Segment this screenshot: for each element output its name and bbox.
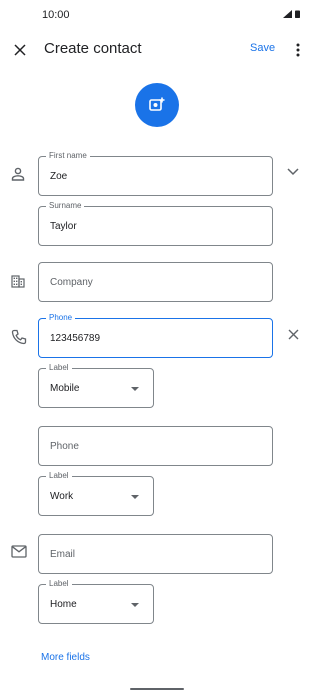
dropdown-arrow-icon [131,387,139,391]
close-icon [288,329,298,339]
surname-label: Surname [46,201,85,211]
phone-type-select[interactable]: Label Mobile [38,363,154,408]
battery-icon [295,10,300,18]
chevron-down-icon [287,168,299,176]
phone-type-label-2: Label [46,471,72,481]
first-name-field[interactable]: First name Zoe [38,151,273,196]
email-icon [10,542,28,560]
first-name-label: First name [46,151,90,161]
email-type-value: Home [50,599,77,610]
phone-value: 123456789 [50,333,101,344]
dropdown-arrow-icon [131,495,139,499]
person-icon [9,165,27,183]
close-button[interactable] [10,40,30,60]
status-time: 10:00 [42,9,70,21]
home-indicator[interactable] [130,688,184,690]
phone-field-2[interactable]: Phone [38,426,273,466]
more-vert-icon [296,43,300,57]
phone-placeholder: Phone [50,441,79,452]
add-photo-icon [149,97,165,111]
email-field[interactable]: Email [38,534,273,574]
more-options-button[interactable] [290,40,306,60]
company-field[interactable]: Company [38,262,273,302]
phone-type-select-2[interactable]: Label Work [38,471,154,516]
status-icons [283,10,300,18]
phone-type-value-2: Work [50,491,74,502]
app-bar: Create contact Save [0,32,314,68]
business-icon [9,272,27,290]
phone-type-value: Mobile [50,383,80,394]
status-bar: 10:00 [0,0,314,32]
email-placeholder: Email [50,549,76,560]
phone-type-label: Label [46,363,72,373]
expand-name-button[interactable] [283,162,303,182]
first-name-value: Zoe [50,171,68,182]
add-photo-button[interactable] [135,83,179,127]
company-placeholder: Company [50,277,93,288]
email-type-select[interactable]: Label Home [38,579,154,624]
clear-phone-button[interactable] [283,324,303,344]
dropdown-arrow-icon [131,603,139,607]
phone-field[interactable]: Phone 123456789 [38,313,273,358]
save-button[interactable]: Save [250,42,275,54]
surname-value: Taylor [50,221,77,232]
phone-label: Phone [46,313,76,323]
email-type-label: Label [46,579,72,589]
close-icon [14,44,26,56]
phone-icon [10,328,28,346]
signal-icon [283,10,292,18]
more-fields-button[interactable]: More fields [41,652,90,663]
page-title: Create contact [44,40,142,57]
surname-field[interactable]: Surname Taylor [38,201,273,246]
